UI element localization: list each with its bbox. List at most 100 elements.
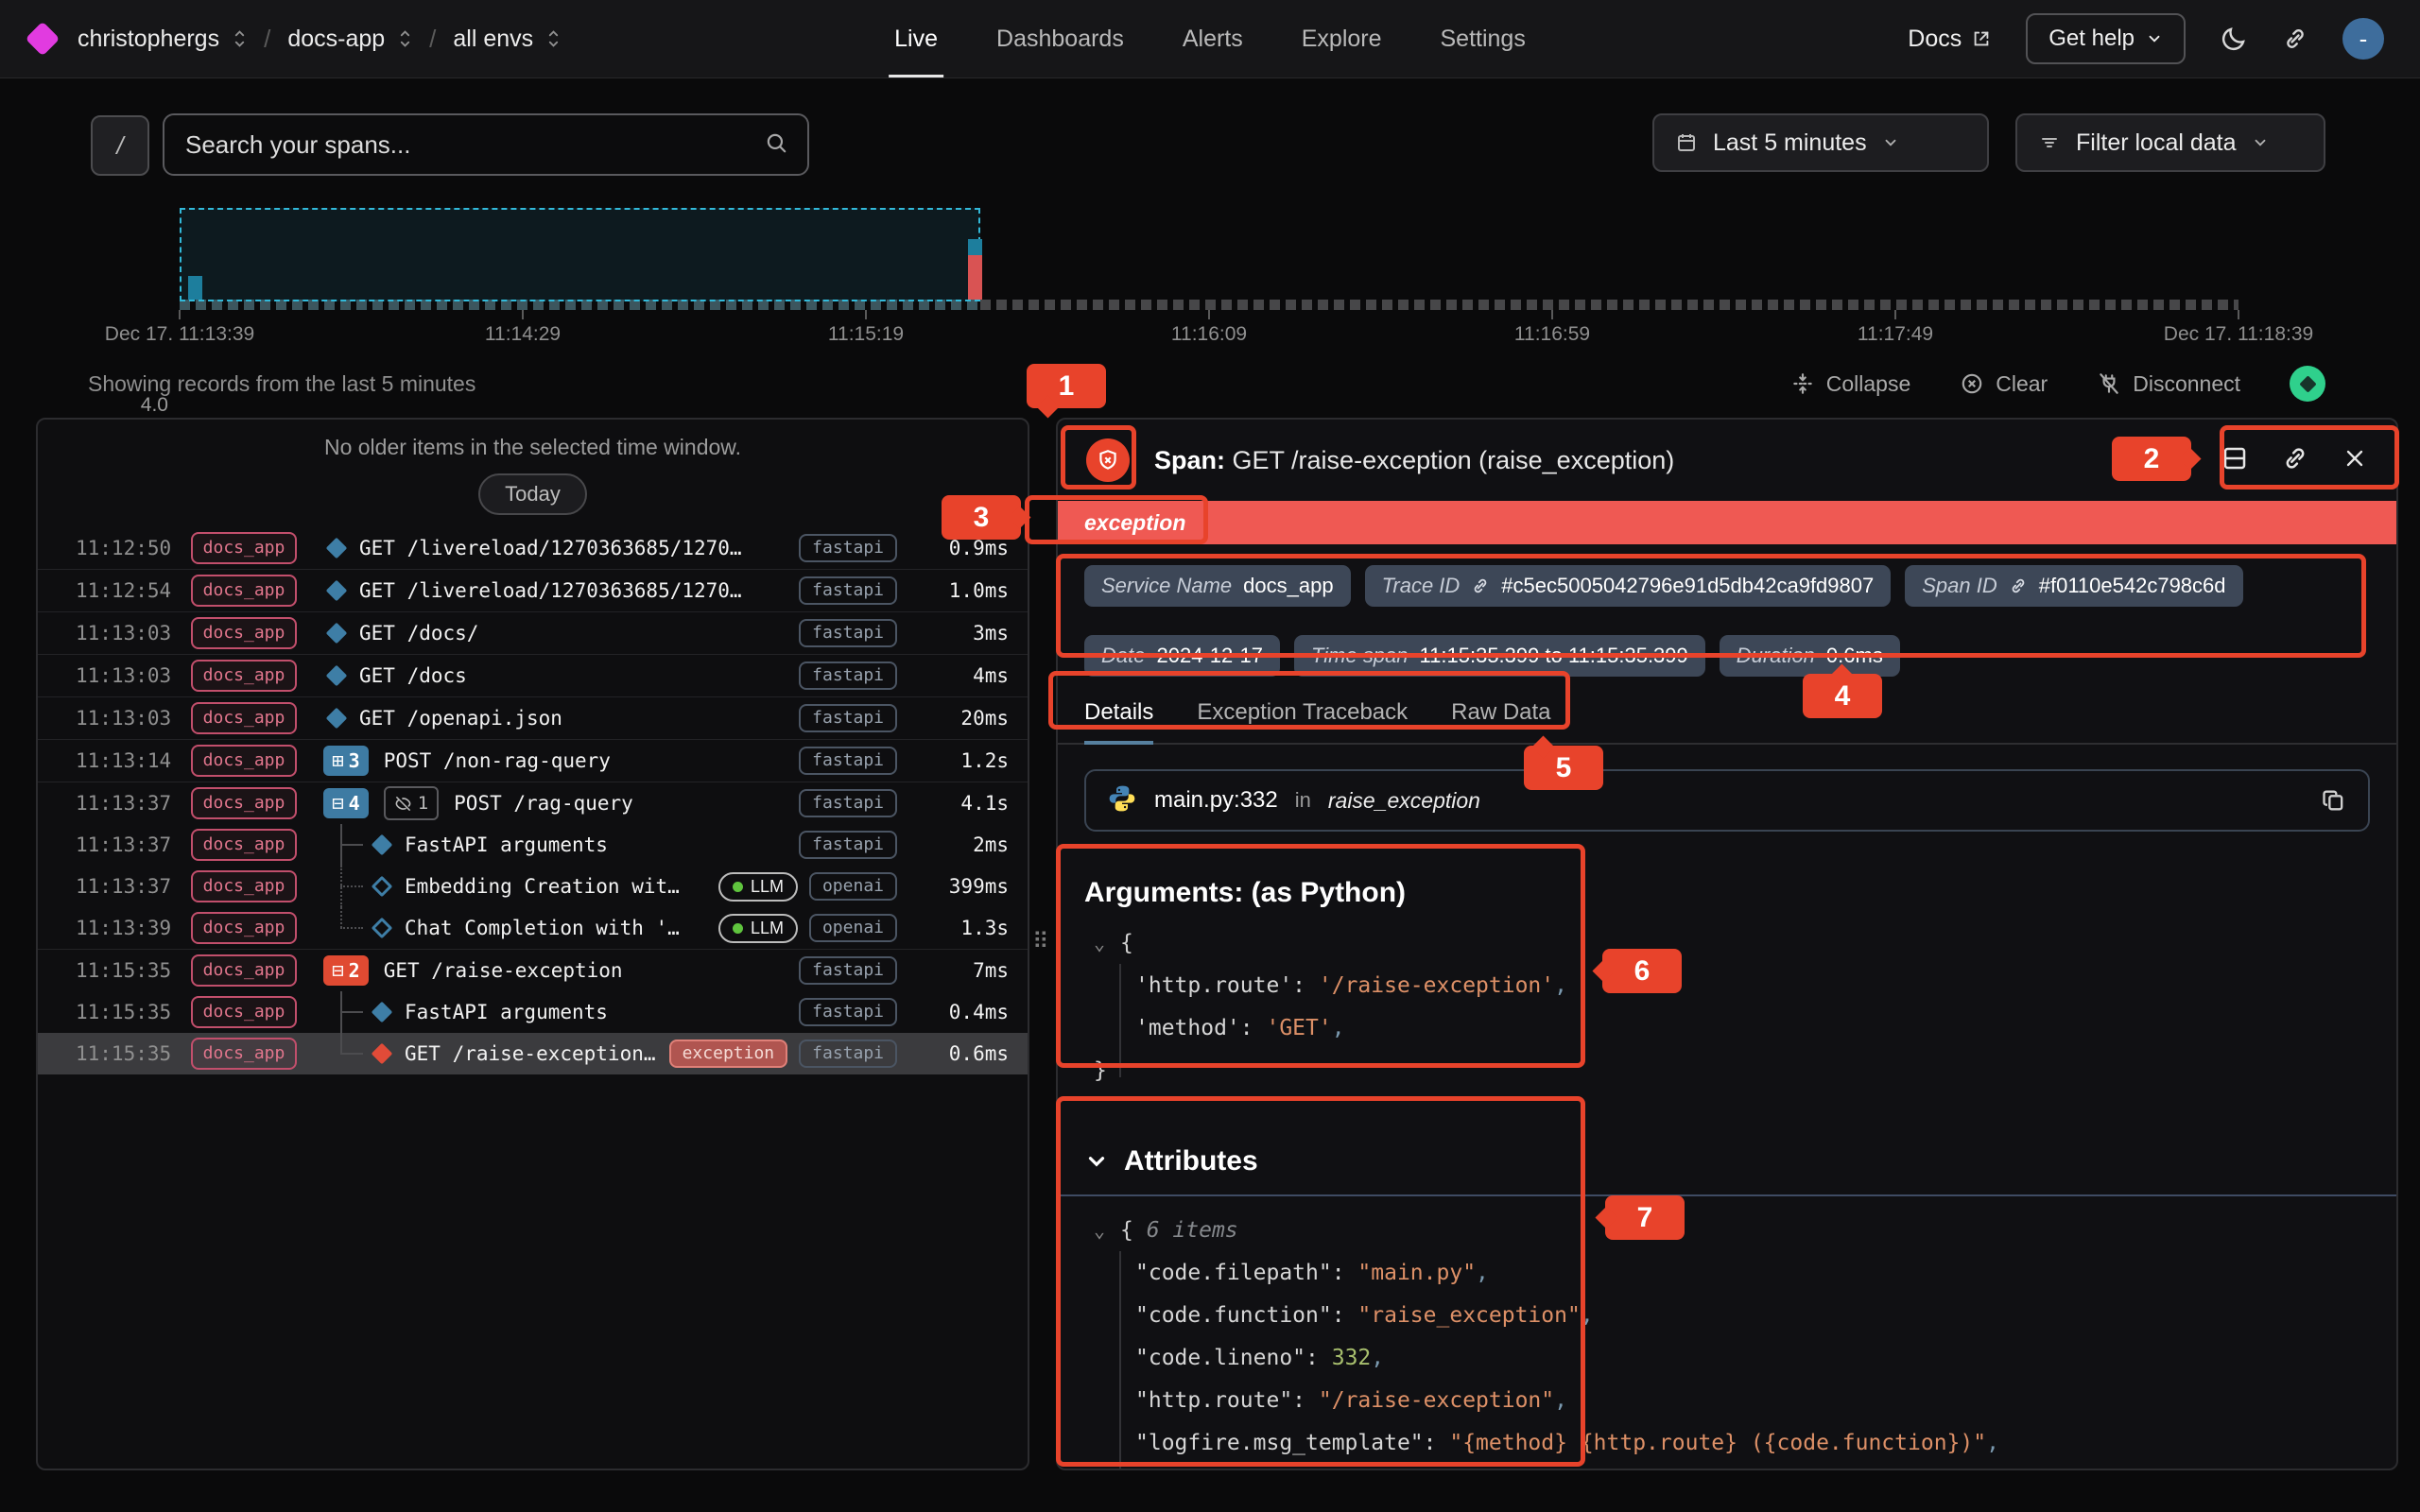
close-icon[interactable] (2342, 445, 2368, 476)
search-icon[interactable] (764, 130, 788, 160)
collapse-chevron-icon[interactable]: ⌄ (1094, 922, 1120, 965)
service-tag-pill[interactable]: docs_app (191, 954, 297, 987)
meta-chip-trace-id[interactable]: Trace ID#c5ec5005042796e91d5db42ca9fd980… (1365, 565, 1892, 607)
span-row[interactable]: 11:13:37docs_appFastAPI argumentsfastapi… (38, 824, 1028, 866)
scope-pill[interactable]: fastapi (799, 619, 897, 647)
share-link-icon[interactable] (2282, 26, 2308, 52)
link-icon[interactable] (1471, 576, 1490, 595)
panel-layout-icon[interactable] (2221, 444, 2249, 477)
scope-pill[interactable]: openai (809, 914, 897, 942)
clear-button[interactable]: Clear (1960, 371, 2048, 397)
x-axis-ticks: Dec 17. 11:13:3911:14:2911:15:1911:16:09… (180, 323, 2238, 352)
get-help-button[interactable]: Get help (2026, 13, 2186, 64)
scope-pill[interactable]: fastapi (799, 956, 897, 985)
breadcrumb-project[interactable]: docs-app (287, 26, 385, 53)
scope-pill[interactable]: fastapi (799, 747, 897, 775)
search-input[interactable] (183, 129, 764, 161)
avatar[interactable]: - (2342, 18, 2384, 60)
span-row[interactable]: 11:13:39docs_appChat Completion with '…L… (38, 907, 1028, 950)
panel-resize-handle[interactable]: ⠿ (1032, 931, 1049, 954)
span-row[interactable]: 11:15:35docs_appGET /raise-exception …ex… (38, 1033, 1028, 1074)
span-row[interactable]: 11:15:35docs_appFastAPI argumentsfastapi… (38, 991, 1028, 1033)
service-tag-pill[interactable]: docs_app (191, 575, 297, 607)
hidden-spans-badge[interactable]: 1 (384, 786, 439, 820)
scope-pill[interactable]: fastapi (799, 789, 897, 817)
scope-pill[interactable]: fastapi (799, 831, 897, 859)
children-toggle-badge[interactable]: ⊟2 (323, 955, 369, 986)
scope-pill[interactable]: fastapi (799, 998, 897, 1026)
service-tag-pill[interactable]: docs_app (191, 1038, 297, 1070)
tab-explore[interactable]: Explore (1302, 0, 1382, 77)
exception-banner: exception (1058, 501, 2396, 544)
nav-right-cluster: Docs Get help - (1908, 13, 2420, 64)
source-file-line[interactable]: main.py:332 (1154, 787, 1278, 814)
env-switcher-icon[interactable] (546, 26, 561, 51)
collapse-button[interactable]: Collapse (1790, 371, 1911, 397)
live-indicator[interactable] (2290, 366, 2325, 402)
copy-link-icon[interactable] (2281, 444, 2309, 477)
scope-pill[interactable]: fastapi (799, 662, 897, 690)
detail-tab-raw-data[interactable]: Raw Data (1451, 699, 1550, 743)
span-kind-diamond-icon (326, 665, 348, 687)
breadcrumb-env[interactable]: all envs (453, 26, 533, 53)
org-switcher-icon[interactable] (233, 26, 247, 51)
service-tag-pill[interactable]: docs_app (191, 745, 297, 777)
service-tag-pill[interactable]: docs_app (191, 829, 297, 861)
copy-icon[interactable] (2321, 787, 2347, 814)
span-duration: 4ms (907, 664, 1009, 687)
span-row[interactable]: 11:13:37docs_appEmbedding Creation wit…L… (38, 866, 1028, 907)
span-row[interactable]: 11:12:54docs_appGET /livereload/12703636… (38, 570, 1028, 612)
span-row[interactable]: 11:13:37docs_app⊟41POST /rag-queryfastap… (38, 782, 1028, 824)
scope-pill[interactable]: fastapi (799, 704, 897, 732)
filter-local-data-button[interactable]: Filter local data (2015, 113, 2325, 172)
collapse-chevron-icon[interactable]: ⌄ (1094, 1210, 1120, 1252)
exception-pill[interactable]: exception (669, 1040, 788, 1068)
service-tag-pill[interactable]: docs_app (191, 787, 297, 819)
service-tag-pill[interactable]: docs_app (191, 617, 297, 649)
span-row[interactable]: 11:13:03docs_appGET /docsfastapi4ms (38, 655, 1028, 697)
tab-alerts[interactable]: Alerts (1183, 0, 1243, 77)
project-switcher-icon[interactable] (398, 26, 412, 51)
chart-plot-area[interactable] (180, 208, 2238, 310)
service-tag-pill[interactable]: docs_app (191, 996, 297, 1028)
timeline-chart[interactable]: 4.0 2.0 0.0 Dec 17. 11:13:3911:14:2911:1… (0, 189, 2420, 359)
x-axis-tick: 11:17:49 (1858, 323, 1933, 346)
attributes-header[interactable]: Attributes (1084, 1145, 2370, 1177)
scope-pill[interactable]: fastapi (799, 576, 897, 605)
scope-pill[interactable]: openai (809, 872, 897, 901)
breadcrumb-org[interactable]: christophergs (78, 26, 219, 53)
time-range-button[interactable]: Last 5 minutes (1652, 113, 1989, 172)
today-pill[interactable]: Today (478, 473, 587, 515)
chart-selection-region[interactable] (180, 208, 980, 301)
span-row[interactable]: 11:13:03docs_appGET /openapi.jsonfastapi… (38, 697, 1028, 740)
llm-pill[interactable]: LLM (718, 872, 798, 902)
scope-pill[interactable]: fastapi (799, 534, 897, 562)
tab-settings[interactable]: Settings (1441, 0, 1526, 77)
children-toggle-badge[interactable]: ⊞3 (323, 746, 369, 776)
service-tag-pill[interactable]: docs_app (191, 912, 297, 944)
disconnect-button[interactable]: Disconnect (2097, 371, 2240, 397)
children-toggle-badge[interactable]: ⊟4 (323, 788, 369, 818)
tab-dashboards[interactable]: Dashboards (996, 0, 1124, 77)
detail-tab-details[interactable]: Details (1084, 699, 1153, 745)
docs-link[interactable]: Docs (1908, 26, 1992, 53)
logfire-logo-icon[interactable] (26, 22, 60, 57)
span-row[interactable]: 11:12:50docs_appGET /livereload/12703636… (38, 527, 1028, 570)
code-line: ⌄{ 6 items (1084, 1210, 2370, 1252)
service-tag-pill[interactable]: docs_app (191, 660, 297, 692)
scope-pill[interactable]: fastapi (799, 1040, 897, 1068)
meta-chip-span-id[interactable]: Span ID#f0110e542c798c6d (1905, 565, 2242, 607)
theme-toggle-moon-icon[interactable] (2220, 25, 2248, 53)
span-row[interactable]: 11:15:35docs_app⊟2GET /raise-exceptionfa… (38, 950, 1028, 991)
span-row[interactable]: 11:13:03docs_appGET /docs/fastapi3ms (38, 612, 1028, 655)
chevron-down-icon (1084, 1149, 1109, 1174)
service-tag-pill[interactable]: docs_app (191, 702, 297, 734)
tab-live[interactable]: Live (894, 0, 938, 77)
service-tag-pill[interactable]: docs_app (191, 870, 297, 902)
service-tag-pill[interactable]: docs_app (191, 532, 297, 564)
detail-tab-exception-traceback[interactable]: Exception Traceback (1197, 699, 1408, 743)
time-range-label: Last 5 minutes (1713, 129, 1867, 157)
llm-pill[interactable]: LLM (718, 914, 798, 943)
span-row[interactable]: 11:13:14docs_app⊞3POST /non-rag-queryfas… (38, 740, 1028, 782)
link-icon[interactable] (2009, 576, 2028, 595)
